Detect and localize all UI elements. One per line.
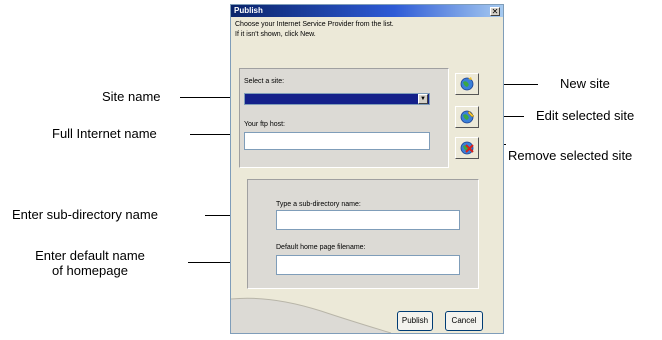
callout-default-homepage-line2: of homepage <box>52 263 128 278</box>
globe-edit-icon <box>460 110 475 124</box>
intro-line-1: Choose your Internet Service Provider fr… <box>235 21 394 28</box>
subdir-label: Type a sub-directory name: <box>276 201 361 208</box>
site-group: Select a site: ▼ Your ftp host: <box>239 68 449 168</box>
site-select[interactable]: ▼ <box>244 93 430 105</box>
cancel-button[interactable]: Cancel <box>445 311 483 331</box>
callout-new-site: New site <box>560 76 610 91</box>
callout-full-internet-name: Full Internet name <box>52 126 157 141</box>
ftp-host-input[interactable] <box>244 132 430 150</box>
site-label: Select a site: <box>244 78 285 85</box>
ftp-host-label: Your ftp host: <box>244 121 285 128</box>
callout-default-homepage: Enter default name of homepage <box>30 248 150 278</box>
homepage-label: Default home page filename: <box>276 244 366 251</box>
close-button[interactable]: ✕ <box>490 7 500 16</box>
new-site-button[interactable] <box>455 73 479 95</box>
intro-text: Choose your Internet Service Provider fr… <box>235 20 495 40</box>
intro-line-2: If it isn't shown, click New. <box>235 31 316 38</box>
edit-site-button[interactable] <box>455 106 479 128</box>
globe-new-icon <box>460 77 474 91</box>
publish-button[interactable]: Publish <box>397 311 433 331</box>
callout-remove-site: Remove selected site <box>508 148 633 163</box>
directory-group: Type a sub-directory name: Default home … <box>247 179 479 289</box>
homepage-input[interactable] <box>276 255 460 275</box>
callout-edit-site: Edit selected site <box>536 108 635 123</box>
subdir-input[interactable] <box>276 210 460 230</box>
title-bar: Publish ✕ <box>231 5 503 17</box>
dialog-title: Publish <box>234 6 263 15</box>
callout-site-name: Site name <box>102 89 161 104</box>
chevron-down-icon[interactable]: ▼ <box>418 94 428 104</box>
callout-sub-directory: Enter sub-directory name <box>12 207 158 222</box>
globe-remove-icon <box>460 141 474 155</box>
callout-default-homepage-line1: Enter default name <box>35 248 145 263</box>
publish-dialog: Publish ✕ Choose your Internet Service P… <box>230 4 504 334</box>
remove-site-button[interactable] <box>455 137 479 159</box>
